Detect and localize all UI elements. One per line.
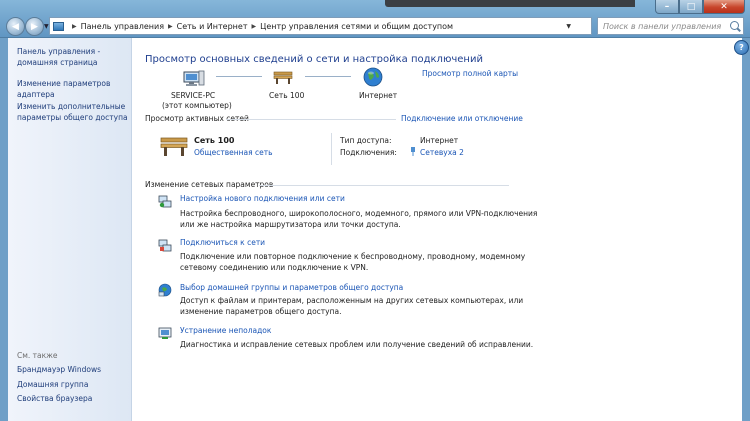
new-connection-icon: [158, 194, 172, 208]
computer-name: SERVICE-PC: [171, 91, 216, 100]
window-frame-right: [742, 38, 750, 421]
connection-link[interactable]: Сетевуха 2: [420, 148, 464, 157]
full-map-link[interactable]: Просмотр полной карты: [422, 69, 518, 78]
sidebar-item-adapter-settings[interactable]: Изменение параметров адаптера: [17, 78, 117, 100]
back-button[interactable]: ◀: [6, 17, 25, 36]
network-map-label: Сеть 100: [269, 91, 305, 100]
address-dropdown-icon[interactable]: ▼: [566, 23, 571, 30]
active-network-name: Сеть 100: [194, 136, 235, 145]
sidebar-item-browser-properties[interactable]: Свойства браузера: [17, 393, 92, 404]
breadcrumb-network-internet[interactable]: Сеть и Интернет: [177, 22, 248, 31]
chevron-right-icon[interactable]: ▶: [252, 23, 257, 30]
task-connect-network-desc2: сетевому соединению или подключение к VP…: [180, 263, 369, 272]
bench-network-icon: [159, 134, 189, 158]
homegroup-icon: [158, 283, 172, 297]
search-input[interactable]: Поиск в панели управления: [597, 17, 744, 35]
breadcrumb-control-panel[interactable]: Панель управления: [81, 22, 164, 31]
page-title: Просмотр основных сведений о сети и наст…: [145, 54, 483, 65]
control-panel-icon: [53, 21, 64, 31]
task-troubleshoot-desc1: Диагностика и исправление сетевых пробле…: [180, 340, 534, 349]
chevron-right-icon[interactable]: ▶: [72, 23, 77, 30]
task-new-connection-desc2: или же настройка маршрутизатора или точк…: [180, 220, 401, 229]
chevron-right-icon[interactable]: ▶: [168, 23, 173, 30]
window-frame-left: [0, 38, 8, 421]
minimize-button[interactable]: –: [655, 0, 679, 14]
search-placeholder: Поиск в панели управления: [603, 21, 722, 31]
maximize-button[interactable]: □: [679, 0, 703, 14]
connect-network-icon: [158, 238, 172, 252]
breadcrumb-network-center[interactable]: Центр управления сетями и общим доступом: [260, 22, 453, 31]
sidebar-item-firewall[interactable]: Брандмауэр Windows: [17, 364, 101, 375]
globe-icon[interactable]: [363, 67, 383, 87]
arrow-left-icon: ◀: [12, 21, 19, 32]
task-homegroup-desc1: Доступ к файлам и принтерам, расположенн…: [180, 296, 524, 305]
task-new-connection-link[interactable]: Настройка нового подключения или сети: [180, 194, 345, 203]
task-connect-network-link[interactable]: Подключиться к сети: [180, 238, 265, 247]
task-homegroup-link[interactable]: Выбор домашней группы и параметров общег…: [180, 283, 403, 292]
vertical-divider: [331, 133, 332, 165]
sidebar-item-home[interactable]: Панель управления - домашняя страница: [17, 46, 117, 68]
task-troubleshoot-link[interactable]: Устранение неполадок: [180, 326, 271, 335]
section-divider: [226, 119, 396, 120]
background-window-edge: [385, 0, 635, 7]
access-type-value: Интернет: [420, 136, 459, 145]
ethernet-icon: [410, 147, 416, 156]
address-bar[interactable]: ▶ Панель управления ▶ Сеть и Интернет ▶ …: [49, 17, 592, 35]
see-also-title: См. также: [17, 351, 58, 360]
help-icon[interactable]: ?: [734, 40, 749, 55]
sidebar-item-homegroup[interactable]: Домашняя группа: [17, 379, 88, 390]
internet-map-label: Интернет: [359, 91, 398, 100]
change-settings-header: Изменение сетевых параметров: [145, 180, 274, 189]
access-type-label: Тип доступа:: [340, 136, 392, 145]
bench-network-icon[interactable]: [272, 68, 294, 86]
task-homegroup-desc2: изменение параметров общего доступа.: [180, 307, 342, 316]
computer-sub: (этот компьютер): [162, 101, 232, 110]
computer-icon[interactable]: [183, 69, 205, 87]
connection-line: [305, 76, 351, 77]
section-divider: [259, 185, 509, 186]
task-new-connection-desc1: Настройка беспроводного, широкополосного…: [180, 209, 538, 218]
network-type-link[interactable]: Общественная сеть: [194, 148, 273, 157]
close-button[interactable]: ✕: [703, 0, 745, 14]
arrow-right-icon: ▶: [31, 21, 38, 32]
task-connect-network-desc1: Подключение или повторное подключение к …: [180, 252, 526, 261]
window-controls: – □ ✕: [655, 0, 745, 14]
troubleshoot-icon: [158, 326, 172, 340]
connection-line: [216, 76, 262, 77]
connect-disconnect-link[interactable]: Подключение или отключение: [401, 114, 523, 123]
search-icon[interactable]: [730, 21, 739, 30]
sidebar-item-sharing-settings[interactable]: Изменить дополнительные параметры общего…: [17, 101, 129, 123]
recent-pages-dropdown[interactable]: ▼: [44, 23, 49, 30]
forward-button[interactable]: ▶: [25, 17, 44, 36]
connections-label: Подключения:: [340, 148, 397, 157]
